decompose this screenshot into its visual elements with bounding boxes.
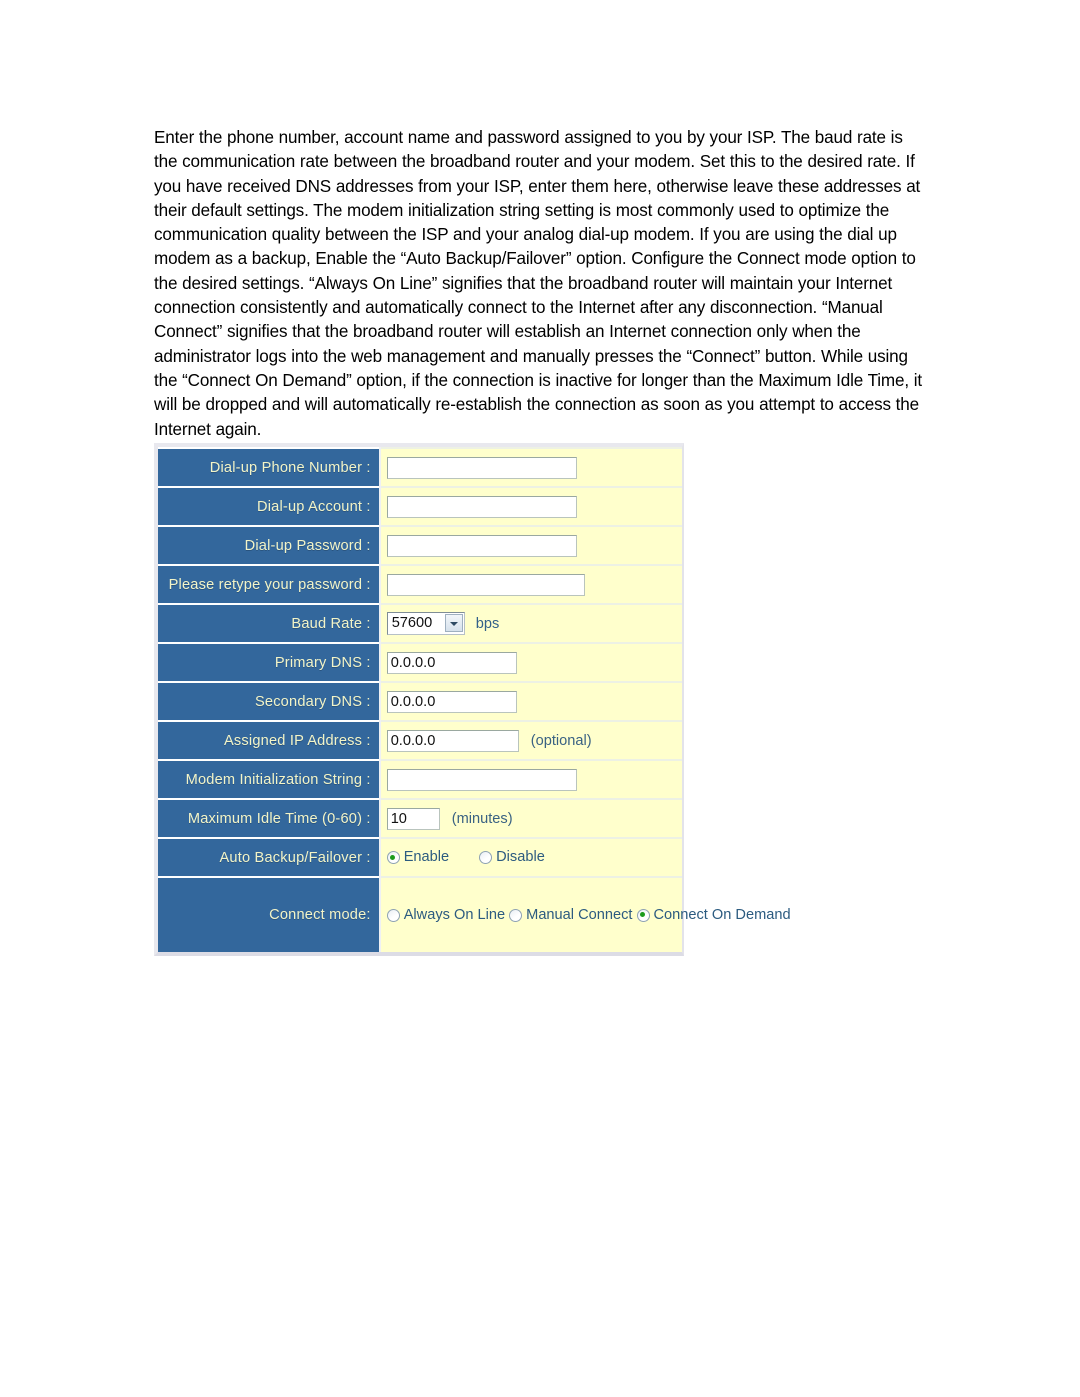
radio-selected-icon[interactable] bbox=[386, 851, 400, 864]
label-retype-password: Please retype your password : bbox=[158, 564, 381, 604]
table-row: Connect mode: Always On Line Manual Conn… bbox=[158, 876, 791, 952]
radio-selected-icon[interactable] bbox=[636, 908, 650, 922]
field-cell-auto-backup-failover: Enable Disable bbox=[379, 837, 682, 877]
dialup-password-input[interactable] bbox=[386, 534, 577, 557]
field-cell-primary-dns bbox=[379, 642, 682, 682]
retype-password-input[interactable] bbox=[386, 573, 585, 596]
field-cell-assigned-ip-address: (optional) bbox=[379, 720, 682, 760]
table-row: Dial-up Account : bbox=[158, 486, 682, 526]
radio-auto-backup-disable[interactable]: Disable bbox=[479, 850, 545, 865]
secondary-dns-input[interactable] bbox=[386, 690, 517, 713]
field-cell-secondary-dns bbox=[379, 681, 682, 721]
label-modem-init-string: Modem Initialization String : bbox=[158, 759, 381, 799]
radio-auto-backup-enable-label: Enable bbox=[403, 849, 450, 866]
chevron-down-icon[interactable] bbox=[444, 614, 463, 632]
radio-connect-mode-manual-connect[interactable]: Manual Connect bbox=[509, 904, 632, 927]
table-row: Primary DNS : bbox=[158, 642, 682, 682]
dialup-settings-table: Dial-up Phone Number : Dial-up Account :… bbox=[158, 447, 791, 952]
table-row: Dial-up Phone Number : bbox=[158, 447, 682, 487]
table-row: Auto Backup/Failover : Enable Disable bbox=[158, 837, 682, 877]
radio-unselected-icon[interactable] bbox=[386, 908, 400, 922]
field-cell-baud-rate: 57600 bps bbox=[379, 603, 682, 643]
label-auto-backup-failover: Auto Backup/Failover : bbox=[158, 837, 381, 877]
assigned-ip-optional-note: (optional) bbox=[530, 732, 592, 749]
instruction-text-block: Enter the phone number, account name and… bbox=[154, 126, 926, 442]
field-cell-modem-init-string bbox=[379, 759, 682, 799]
label-assigned-ip-address: Assigned IP Address : bbox=[158, 720, 381, 760]
table-row: Maximum Idle Time (0-60) : (minutes) bbox=[158, 798, 682, 838]
connect-mode-radio-group: Always On Line Manual Connect Connect On… bbox=[386, 904, 791, 927]
label-dialup-account: Dial-up Account : bbox=[158, 486, 381, 526]
table-row: Baud Rate : 57600 bps bbox=[158, 603, 682, 643]
table-row: Assigned IP Address : (optional) bbox=[158, 720, 682, 760]
baud-rate-selected-value: 57600 bbox=[391, 615, 433, 631]
label-dialup-phone-number: Dial-up Phone Number : bbox=[158, 447, 381, 487]
label-primary-dns: Primary DNS : bbox=[158, 642, 381, 682]
auto-backup-radio-group: Enable Disable bbox=[386, 846, 682, 869]
radio-unselected-icon[interactable] bbox=[479, 851, 493, 864]
table-row: Secondary DNS : bbox=[158, 681, 682, 721]
radio-unselected-icon[interactable] bbox=[509, 908, 523, 922]
table-row: Please retype your password : bbox=[158, 564, 682, 604]
modem-init-string-input[interactable] bbox=[386, 768, 577, 791]
radio-connect-mode-always-on-line[interactable]: Always On Line bbox=[386, 904, 506, 927]
assigned-ip-address-input[interactable] bbox=[386, 729, 519, 752]
maximum-idle-time-input[interactable] bbox=[386, 807, 440, 830]
radio-manual-connect-label: Manual Connect bbox=[526, 906, 633, 923]
field-cell-dialup-password bbox=[379, 525, 682, 565]
label-maximum-idle-time: Maximum Idle Time (0-60) : bbox=[158, 798, 381, 838]
maximum-idle-time-unit-note: (minutes) bbox=[451, 810, 513, 827]
dialup-settings-panel: Dial-up Phone Number : Dial-up Account :… bbox=[154, 443, 791, 956]
dialup-phone-number-input[interactable] bbox=[386, 456, 577, 479]
table-row: Dial-up Password : bbox=[158, 525, 682, 565]
instruction-paragraph: Enter the phone number, account name and… bbox=[154, 128, 923, 439]
field-cell-dialup-phone-number bbox=[379, 447, 682, 487]
radio-auto-backup-disable-label: Disable bbox=[496, 849, 545, 866]
baud-rate-unit-label: bps bbox=[475, 615, 500, 632]
label-dialup-password: Dial-up Password : bbox=[158, 525, 381, 565]
primary-dns-input[interactable] bbox=[386, 651, 517, 674]
radio-always-on-line-label: Always On Line bbox=[403, 906, 506, 923]
field-cell-connect-mode: Always On Line Manual Connect Connect On… bbox=[379, 876, 791, 952]
label-connect-mode: Connect mode: bbox=[158, 876, 381, 952]
table-row: Modem Initialization String : bbox=[158, 759, 682, 799]
baud-rate-select[interactable]: 57600 bbox=[386, 612, 465, 635]
field-cell-dialup-account bbox=[379, 486, 682, 526]
field-cell-maximum-idle-time: (minutes) bbox=[379, 798, 682, 838]
dialup-account-input[interactable] bbox=[386, 495, 577, 518]
radio-auto-backup-enable[interactable]: Enable bbox=[386, 849, 450, 866]
radio-connect-on-demand-label: Connect On Demand bbox=[653, 906, 791, 923]
field-cell-retype-password bbox=[379, 564, 682, 604]
radio-connect-mode-connect-on-demand[interactable]: Connect On Demand bbox=[636, 904, 791, 927]
label-secondary-dns: Secondary DNS : bbox=[158, 681, 381, 721]
label-baud-rate: Baud Rate : bbox=[158, 603, 381, 643]
